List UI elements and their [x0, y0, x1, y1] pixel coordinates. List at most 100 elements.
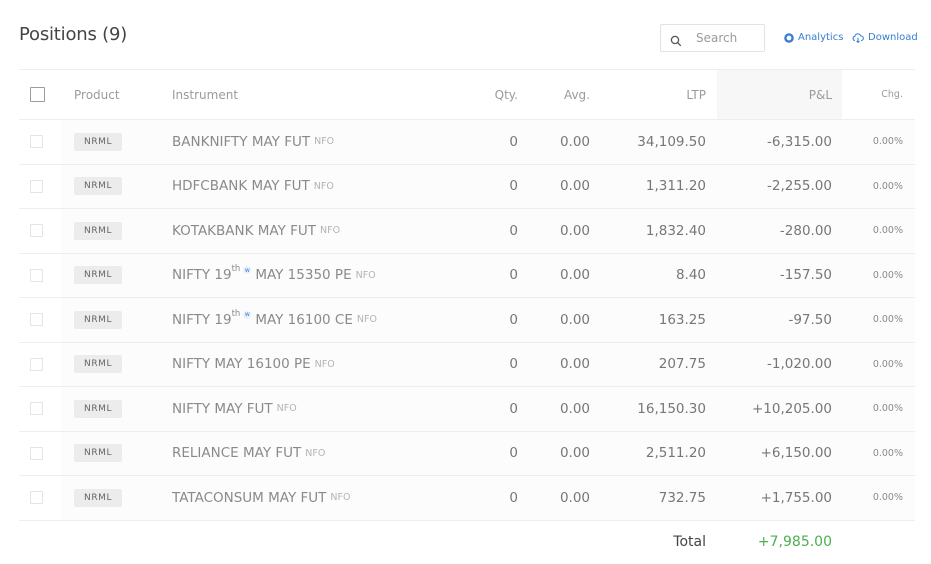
pnl-cell: -6,315.00: [767, 133, 832, 150]
pnl-cell: +1,755.00: [760, 489, 832, 506]
search-box[interactable]: [660, 24, 766, 52]
total-pnl-value: +7,985.00: [757, 534, 832, 550]
product-badge: NRML: [74, 177, 123, 196]
instrument-name: NIFTY MAY 16100 PE: [172, 356, 311, 373]
qty-cell: 0: [509, 178, 518, 195]
exchange-label: NFO: [314, 136, 335, 148]
weekly-badge-icon: w: [243, 266, 252, 275]
instrument-name: NIFTY MAY FUT: [172, 400, 273, 417]
chg-cell: 0.00%: [872, 358, 903, 370]
avg-cell: 0.00: [559, 400, 590, 417]
table-row[interactable]: NRML RELIANCE MAY FUT NFO 0 0.00 2,511.20…: [19, 431, 915, 476]
table-row[interactable]: NRML BANKNIFTY MAY FUT NFO 0 0.00 34,109.…: [19, 120, 915, 165]
col-chg[interactable]: Chg.: [881, 70, 903, 119]
ltp-cell: 207.75: [658, 356, 706, 373]
exchange-label: NFO: [305, 447, 326, 459]
qty-cell: 0: [509, 311, 518, 328]
instrument-name: BANKNIFTY MAY FUT: [172, 133, 311, 150]
total-label: Total: [673, 534, 706, 550]
product-badge: NRML: [74, 488, 123, 507]
qty-cell: 0: [509, 445, 518, 462]
qty-cell: 0: [509, 489, 518, 506]
row-checkbox[interactable]: [30, 491, 43, 505]
ltp-cell: 732.75: [658, 489, 706, 506]
download-label: Download: [868, 32, 918, 43]
row-checkbox[interactable]: [30, 268, 43, 282]
product-badge: NRML: [74, 221, 123, 240]
col-qty[interactable]: Qty.: [495, 70, 518, 119]
row-checkbox[interactable]: [30, 446, 43, 460]
exchange-label: NFO: [314, 358, 335, 370]
row-checkbox[interactable]: [30, 402, 43, 416]
row-checkbox[interactable]: [30, 179, 43, 193]
instrument-cell: RELIANCE MAY FUT NFO: [172, 432, 325, 476]
chg-cell: 0.00%: [872, 492, 903, 504]
instrument-cell: TATACONSUM MAY FUT NFO: [172, 476, 350, 520]
pnl-cell: -1,020.00: [767, 356, 832, 373]
table-row[interactable]: NRML NIFTY MAY FUT NFO 0 0.00 16,150.30 +…: [19, 387, 915, 432]
instrument-contract: MAY 15350 PE: [255, 267, 352, 284]
col-pnl[interactable]: P&L: [809, 70, 832, 119]
weekly-badge-icon: w: [243, 310, 252, 319]
avg-cell: 0.00: [559, 445, 590, 462]
positions-page: Positions (9) Analytics Download Product…: [0, 0, 931, 552]
ltp-cell: 1,832.40: [645, 222, 706, 239]
pnl-cell: -2,255.00: [767, 178, 832, 195]
instrument-cell: HDFCBANK MAY FUT NFO: [172, 165, 334, 209]
product-badge: NRML: [74, 444, 123, 463]
table-row[interactable]: NRML NIFTY MAY 16100 PE NFO 0 0.00 207.75…: [19, 342, 915, 387]
ltp-cell: 8.40: [675, 267, 706, 284]
exchange-label: NFO: [356, 314, 377, 326]
instrument-contract: MAY 16100 CE: [255, 311, 353, 328]
product-badge: NRML: [74, 399, 123, 418]
col-ltp[interactable]: LTP: [686, 70, 706, 119]
col-product[interactable]: Product: [74, 70, 120, 119]
instrument-cell: NIFTY 19th w MAY 15350 PE NFO: [172, 254, 376, 298]
instrument-cell: NIFTY 19th w MAY 16100 CE NFO: [172, 298, 377, 342]
analytics-label: Analytics: [798, 32, 844, 43]
table-row[interactable]: NRML NIFTY 19th w MAY 15350 PE NFO 0 0.00 8…: [19, 253, 915, 298]
date-suffix: th: [231, 264, 241, 275]
instrument-name: NIFTY 19: [172, 267, 232, 284]
exchange-label: NFO: [276, 403, 297, 415]
col-instrument[interactable]: Instrument: [172, 70, 238, 119]
avg-cell: 0.00: [559, 133, 590, 150]
pnl-cell: +6,150.00: [760, 445, 832, 462]
instrument-cell: NIFTY MAY 16100 PE NFO: [172, 343, 335, 387]
exchange-label: NFO: [355, 269, 376, 281]
download-link[interactable]: Download: [852, 32, 918, 43]
product-badge: NRML: [74, 266, 123, 285]
avg-cell: 0.00: [559, 267, 590, 284]
row-checkbox[interactable]: [30, 357, 43, 371]
ltp-cell: 16,150.30: [637, 400, 706, 417]
page-title: Positions (9): [19, 24, 128, 45]
qty-cell: 0: [509, 356, 518, 373]
product-badge: NRML: [74, 310, 123, 329]
select-all-checkbox[interactable]: [30, 87, 45, 102]
col-avg[interactable]: Avg.: [564, 70, 590, 119]
instrument-name: HDFCBANK MAY FUT: [172, 178, 310, 195]
row-checkbox[interactable]: [30, 313, 43, 327]
pnl-cell: -157.50: [779, 267, 832, 284]
avg-cell: 0.00: [559, 356, 590, 373]
search-input[interactable]: [696, 31, 766, 45]
date-suffix: th: [231, 308, 241, 319]
row-checkbox[interactable]: [30, 224, 43, 238]
total-row: Total +7,985.00: [19, 521, 915, 564]
qty-cell: 0: [509, 222, 518, 239]
instrument-name: RELIANCE MAY FUT: [172, 445, 302, 462]
table-row[interactable]: NRML NIFTY 19th w MAY 16100 CE NFO 0 0.00 1…: [19, 298, 915, 343]
chg-cell: 0.00%: [872, 269, 903, 281]
positions-table: Product Instrument Qty. Avg. LTP P&L Chg…: [19, 69, 915, 564]
avg-cell: 0.00: [559, 489, 590, 506]
chg-cell: 0.00%: [872, 314, 903, 326]
table-row[interactable]: NRML KOTAKBANK MAY FUT NFO 0 0.00 1,832.4…: [19, 209, 915, 254]
table-row[interactable]: NRML HDFCBANK MAY FUT NFO 0 0.00 1,311.20…: [19, 164, 915, 209]
instrument-name: KOTAKBANK MAY FUT: [172, 222, 317, 239]
row-checkbox[interactable]: [30, 135, 43, 149]
ltp-cell: 2,511.20: [645, 445, 706, 462]
table-row[interactable]: NRML TATACONSUM MAY FUT NFO 0 0.00 732.75…: [19, 476, 915, 521]
instrument-name: TATACONSUM MAY FUT: [172, 489, 327, 506]
instrument-name: NIFTY 19: [172, 311, 232, 328]
analytics-link[interactable]: Analytics: [784, 32, 843, 43]
